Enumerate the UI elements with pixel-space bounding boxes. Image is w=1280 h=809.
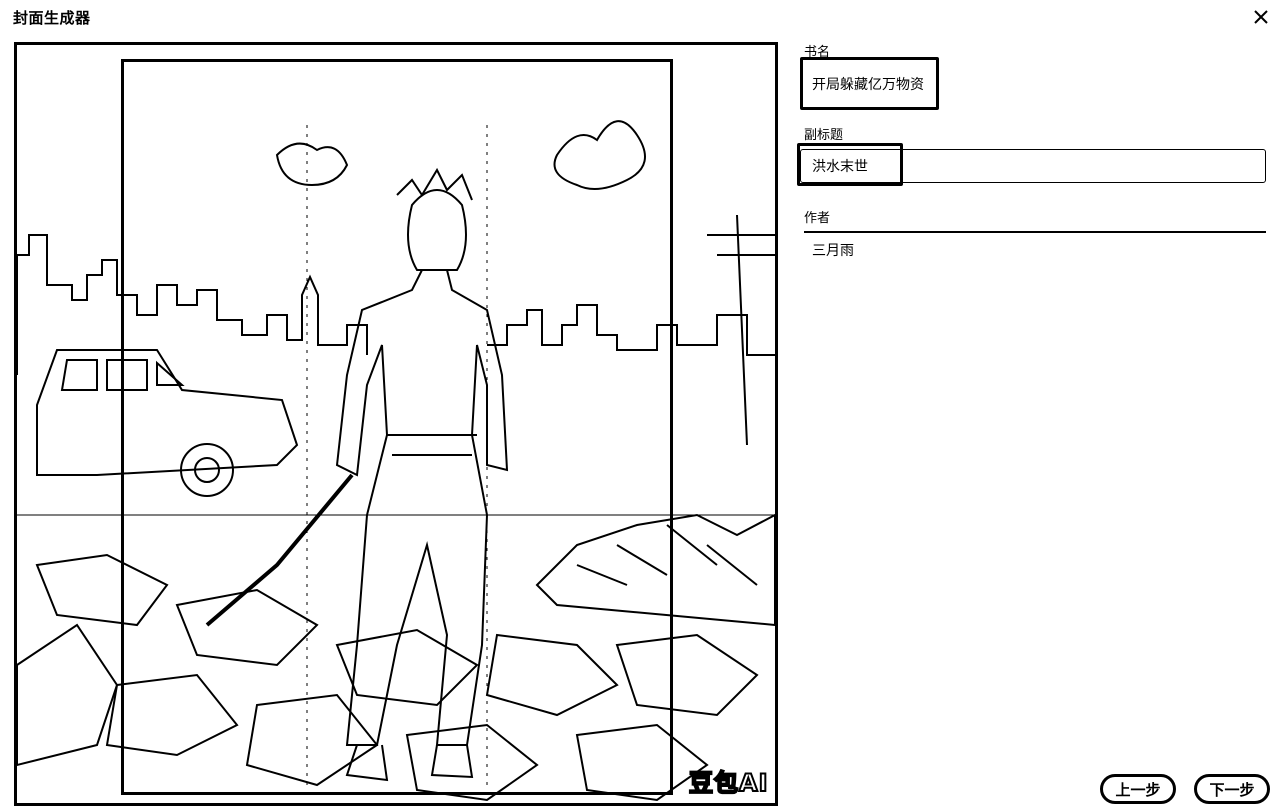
- author-divider: [804, 231, 1266, 233]
- watermark-logo: 豆包AI: [688, 768, 769, 798]
- cover-image-canvas[interactable]: 豆包AI: [14, 42, 778, 806]
- author-label: 作者: [804, 211, 831, 226]
- title-bar: 封面生成器: [0, 0, 1280, 34]
- crop-frame[interactable]: [121, 59, 673, 795]
- close-icon[interactable]: [1250, 6, 1272, 28]
- book-title-field[interactable]: [812, 74, 932, 94]
- next-step-button[interactable]: 下一步: [1194, 774, 1270, 804]
- author-field[interactable]: [812, 240, 1012, 260]
- subtitle-label: 副标题: [804, 128, 844, 143]
- previous-step-button[interactable]: 上一步: [1100, 774, 1176, 804]
- subtitle-field[interactable]: [812, 156, 1232, 176]
- window-title: 封面生成器: [13, 9, 91, 27]
